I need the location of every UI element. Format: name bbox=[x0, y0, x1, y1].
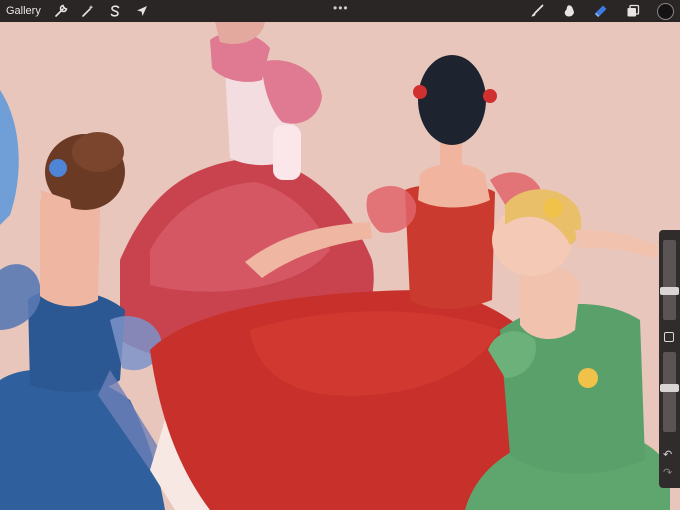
brush-icon bbox=[531, 4, 544, 17]
actions-button[interactable] bbox=[51, 1, 71, 21]
selection-button[interactable] bbox=[105, 1, 125, 21]
smudge-icon bbox=[564, 5, 574, 17]
eraser-tool-button[interactable] bbox=[591, 1, 611, 21]
smudge-tool-button[interactable] bbox=[559, 1, 579, 21]
brush-tool-button[interactable] bbox=[527, 1, 547, 21]
adjustments-button[interactable] bbox=[78, 1, 98, 21]
color-picker-button[interactable] bbox=[657, 2, 674, 20]
wrench-icon bbox=[55, 4, 68, 17]
eraser-icon bbox=[595, 5, 607, 17]
artwork-canvas[interactable] bbox=[0, 0, 680, 510]
undo-button[interactable]: ↶ bbox=[663, 448, 672, 461]
redo-button[interactable]: ↷ bbox=[663, 466, 672, 479]
gallery-button[interactable]: Gallery bbox=[6, 5, 41, 17]
right-toolbar bbox=[515, 1, 674, 21]
brush-size-thumb[interactable] bbox=[660, 287, 679, 295]
modify-button[interactable] bbox=[664, 332, 674, 342]
top-toolbar: Gallery ••• bbox=[0, 0, 680, 22]
side-bar: ↶ ↷ bbox=[659, 230, 680, 488]
selection-s-icon bbox=[110, 5, 120, 17]
brush-size-slider[interactable] bbox=[660, 240, 679, 320]
more-options-button[interactable]: ••• bbox=[333, 1, 349, 15]
opacity-thumb[interactable] bbox=[660, 384, 679, 392]
arrow-cursor-icon bbox=[136, 6, 147, 16]
opacity-slider[interactable] bbox=[660, 352, 679, 432]
layers-button[interactable] bbox=[623, 1, 643, 21]
magic-wand-icon bbox=[82, 5, 94, 17]
transform-button[interactable] bbox=[132, 1, 152, 21]
layers-icon bbox=[627, 4, 640, 17]
